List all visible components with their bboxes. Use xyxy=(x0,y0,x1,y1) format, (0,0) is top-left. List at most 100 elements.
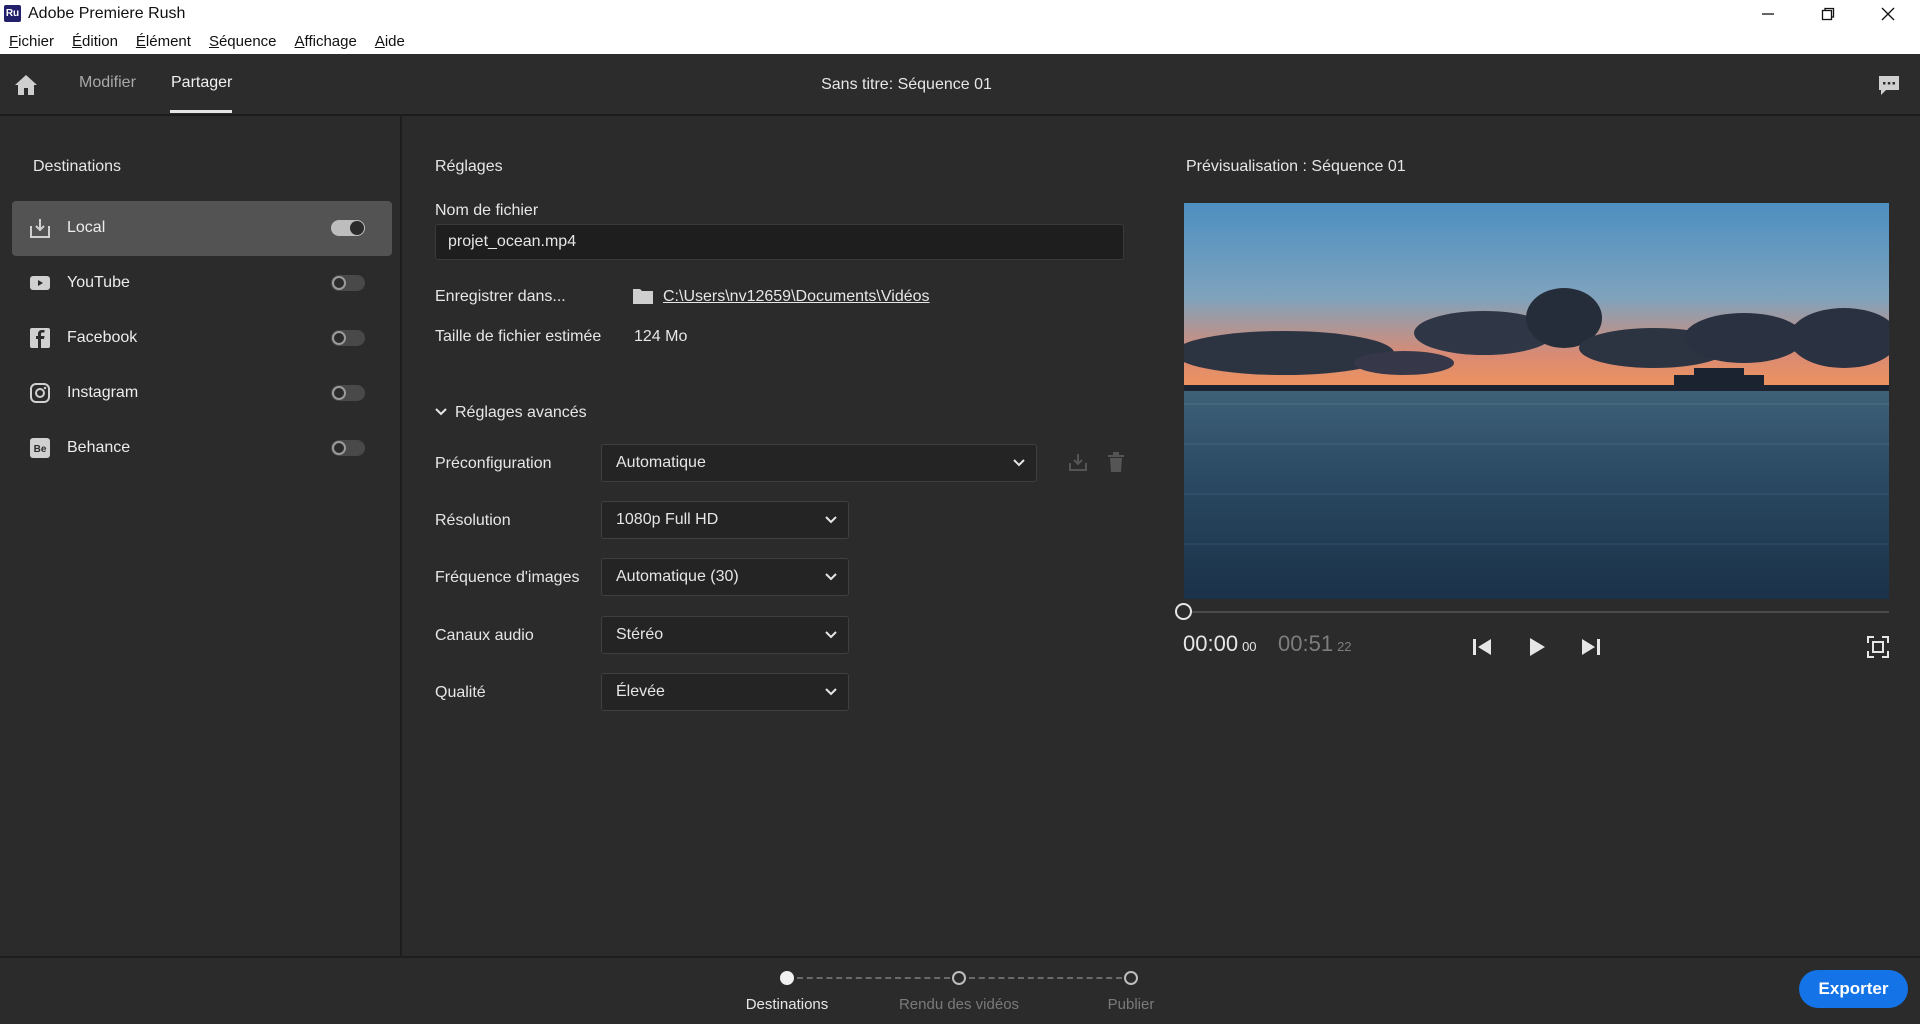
current-time: 00:00 xyxy=(1183,631,1239,656)
menu-aide[interactable]: Aide xyxy=(375,33,405,50)
audio-channels-value: Stéréo xyxy=(616,626,664,643)
step-publish-dot xyxy=(1124,971,1138,985)
total-time: 00:51 xyxy=(1278,631,1334,656)
preview-title: Prévisualisation : Séquence 01 xyxy=(1186,158,1406,175)
facebook-icon xyxy=(30,328,50,348)
step-destinations-dot xyxy=(780,971,794,985)
chevron-down-icon xyxy=(435,408,447,416)
total-timecode: 00:51 22 xyxy=(1278,631,1352,657)
menu-bar: Fichier Édition Élément Séquence Afficha… xyxy=(0,28,1920,54)
destination-local[interactable]: Local xyxy=(12,201,392,256)
svg-text:Be: Be xyxy=(34,444,47,455)
video-preview[interactable] xyxy=(1184,203,1889,599)
youtube-toggle[interactable] xyxy=(331,275,365,291)
settings-panel: Réglages Nom de fichier Enregistrer dans… xyxy=(404,116,1134,956)
destination-local-label: Local xyxy=(67,219,106,236)
file-size-value: 124 Mo xyxy=(634,328,688,345)
menu-edition[interactable]: Édition xyxy=(72,33,118,50)
trash-icon[interactable] xyxy=(1106,451,1126,473)
step-forward-button[interactable] xyxy=(1578,634,1604,660)
fullscreen-button[interactable] xyxy=(1865,634,1891,660)
destination-behance-label: Behance xyxy=(67,439,131,456)
quality-select[interactable]: Élevée xyxy=(601,673,849,711)
minimize-button[interactable] xyxy=(1740,0,1796,28)
audio-channels-select[interactable]: Stéréo xyxy=(601,616,849,654)
facebook-toggle[interactable] xyxy=(331,330,365,346)
timeline-scrubber[interactable] xyxy=(1184,611,1889,613)
instagram-toggle[interactable] xyxy=(331,385,365,401)
toggle-knob xyxy=(332,276,346,290)
destination-youtube[interactable]: YouTube xyxy=(12,256,392,311)
chevron-down-icon xyxy=(825,516,837,524)
destination-facebook[interactable]: Facebook xyxy=(12,311,392,366)
folder-icon[interactable] xyxy=(632,287,654,305)
fullscreen-icon xyxy=(1867,636,1889,658)
step-back-icon xyxy=(1473,639,1491,655)
save-path-link[interactable]: C:\Users\nv12659\Documents\Vidéos xyxy=(663,288,930,306)
toggle-knob xyxy=(332,331,346,345)
sequence-title: Sans titre: Séquence 01 xyxy=(821,76,992,93)
destination-instagram[interactable]: Instagram xyxy=(12,366,392,421)
export-steps-bar: Destinations Rendu des vidéos Publier Ex… xyxy=(0,956,1920,1024)
restore-button[interactable] xyxy=(1800,0,1856,28)
export-button[interactable]: Exporter xyxy=(1799,970,1908,1008)
preset-select[interactable]: Automatique xyxy=(601,444,1037,482)
destination-youtube-label: YouTube xyxy=(67,274,130,291)
restore-icon xyxy=(1821,7,1835,21)
chevron-down-icon xyxy=(825,573,837,581)
toggle-knob xyxy=(350,221,364,235)
active-tab-indicator xyxy=(170,110,232,113)
close-icon xyxy=(1881,7,1895,21)
framerate-label: Fréquence d'images xyxy=(435,569,580,586)
file-size-label: Taille de fichier estimée xyxy=(435,328,602,345)
chat-bubble-icon xyxy=(1879,76,1899,95)
chevron-down-icon xyxy=(1013,459,1025,467)
step-back-button[interactable] xyxy=(1469,634,1495,660)
resolution-value: 1080p Full HD xyxy=(616,511,719,528)
current-frames: 00 xyxy=(1242,639,1257,654)
step-render-dot xyxy=(952,971,966,985)
settings-title: Réglages xyxy=(435,158,503,175)
advanced-settings-label: Réglages avancés xyxy=(455,404,587,421)
preset-label: Préconfiguration xyxy=(435,455,552,472)
close-window-button[interactable] xyxy=(1860,0,1916,28)
save-preset-icon[interactable] xyxy=(1067,451,1089,473)
play-icon xyxy=(1530,638,1545,656)
resolution-label: Résolution xyxy=(435,512,511,529)
playhead-handle[interactable] xyxy=(1175,603,1192,620)
resolution-select[interactable]: 1080p Full HD xyxy=(601,501,849,539)
sidebar-title: Destinations xyxy=(33,158,122,175)
framerate-select[interactable]: Automatique (30) xyxy=(601,558,849,596)
destination-behance[interactable]: Be Behance xyxy=(12,421,392,476)
ocean-sunset-thumbnail xyxy=(1184,203,1889,599)
toggle-knob xyxy=(332,386,346,400)
step-publish-label: Publier xyxy=(1107,996,1155,1013)
app-title: Adobe Premiere Rush xyxy=(28,5,186,22)
menu-affichage[interactable]: Affichage xyxy=(295,33,357,50)
menu-element[interactable]: Élément xyxy=(136,33,191,50)
play-button[interactable] xyxy=(1524,634,1550,660)
feedback-button[interactable] xyxy=(1876,72,1902,98)
step-render-label: Rendu des vidéos xyxy=(898,996,1020,1013)
instagram-icon xyxy=(30,383,50,403)
minimize-icon xyxy=(1762,13,1774,15)
framerate-value: Automatique (30) xyxy=(616,568,739,585)
advanced-settings-toggle[interactable]: Réglages avancés xyxy=(435,404,615,424)
current-timecode: 00:00 00 xyxy=(1183,631,1257,657)
quality-value: Élevée xyxy=(616,683,665,700)
title-bar: Ru Adobe Premiere Rush xyxy=(0,0,1920,28)
chevron-down-icon xyxy=(825,631,837,639)
filename-input[interactable] xyxy=(435,224,1124,260)
premiere-rush-logo-icon: Ru xyxy=(4,5,21,22)
menu-fichier[interactable]: Fichier xyxy=(9,33,54,50)
top-navigation: Modifier Partager Sans titre: Séquence 0… xyxy=(0,54,1920,116)
step-connector xyxy=(969,977,1122,979)
local-toggle[interactable] xyxy=(331,220,365,236)
behance-toggle[interactable] xyxy=(331,440,365,456)
menu-sequence[interactable]: Séquence xyxy=(209,33,277,50)
behance-icon: Be xyxy=(30,438,50,458)
total-frames: 22 xyxy=(1337,639,1352,654)
toggle-knob xyxy=(332,441,346,455)
destination-instagram-label: Instagram xyxy=(67,384,139,401)
destination-facebook-label: Facebook xyxy=(67,329,138,346)
